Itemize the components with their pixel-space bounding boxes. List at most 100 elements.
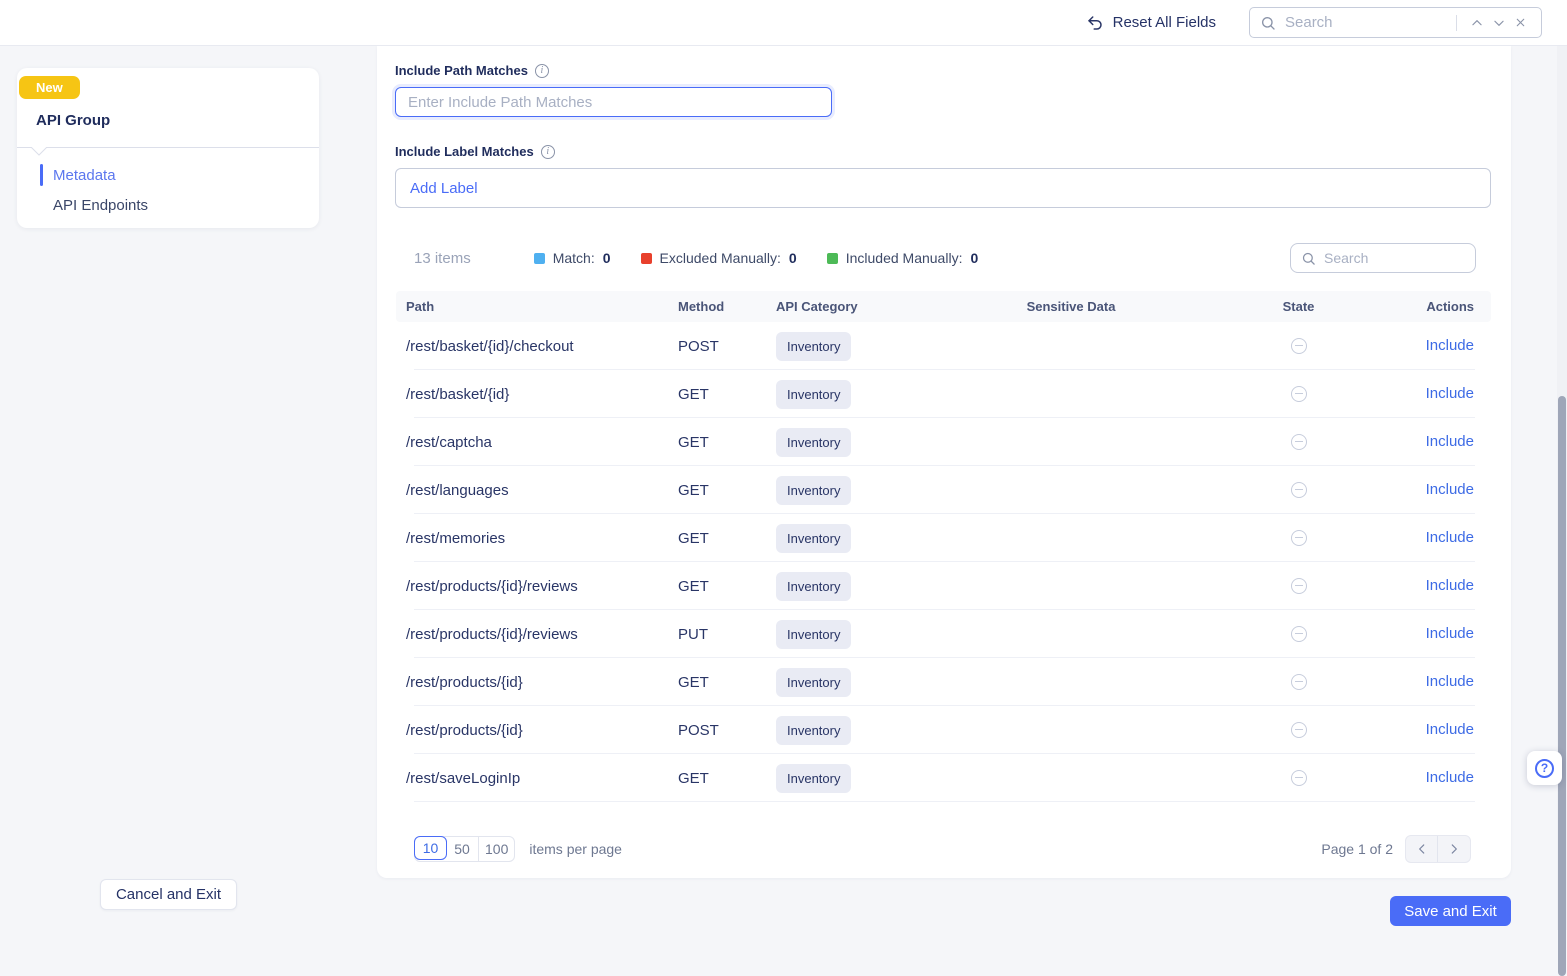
minus-circle-icon	[1291, 722, 1307, 738]
legend-color-swatch	[827, 253, 838, 264]
category-badge: Inventory	[776, 716, 851, 745]
help-button[interactable]: ?	[1527, 751, 1562, 785]
path-cell: /rest/products/{id}	[396, 722, 668, 739]
legend: Match:0Excluded Manually:0Included Manua…	[534, 250, 979, 266]
category-badge: Inventory	[776, 380, 851, 409]
state-cell	[1241, 433, 1356, 451]
table-footer: 1050100 items per page Page 1 of 2	[395, 835, 1491, 863]
chevron-right-icon	[1447, 842, 1461, 856]
column-header: Sensitive Data	[901, 299, 1241, 314]
reset-all-fields-button[interactable]: Reset All Fields	[1086, 14, 1216, 32]
path-cell: /rest/products/{id}/reviews	[396, 626, 668, 643]
path-cell: /rest/basket/{id}/checkout	[396, 338, 668, 355]
method-cell: GET	[668, 434, 766, 451]
minus-circle-icon	[1291, 530, 1307, 546]
next-page-button[interactable]	[1438, 836, 1470, 862]
actions-cell: Include	[1356, 481, 1491, 499]
search-icon	[1301, 251, 1316, 266]
api-category-cell: Inventory	[766, 764, 901, 793]
legend-label: Excluded Manually:	[660, 250, 781, 266]
table-row: /rest/memories GET Inventory Include	[396, 514, 1491, 562]
include-link[interactable]: Include	[1426, 577, 1474, 594]
previous-page-button[interactable]	[1406, 836, 1438, 862]
minus-circle-icon	[1291, 578, 1307, 594]
actions-cell: Include	[1356, 385, 1491, 403]
field-label-text: Include Path Matches	[395, 63, 528, 78]
chevron-down-icon	[1492, 16, 1506, 30]
sidebar-nav: Metadata API Endpoints	[17, 148, 319, 220]
api-category-cell: Inventory	[766, 476, 901, 505]
legend-count: 0	[970, 250, 978, 266]
table-row: /rest/basket/{id} GET Inventory Include	[396, 370, 1491, 418]
divider-notch-icon	[31, 147, 47, 156]
state-cell	[1241, 481, 1356, 499]
page-size-option-100[interactable]: 100	[479, 837, 514, 861]
global-search-input[interactable]	[1285, 14, 1447, 31]
sidebar-item-metadata[interactable]: Metadata	[17, 160, 319, 190]
minus-circle-icon	[1291, 338, 1307, 354]
sidebar-title: API Group	[36, 112, 319, 129]
state-cell	[1241, 769, 1356, 787]
add-label-text: Add Label	[410, 180, 478, 197]
include-link[interactable]: Include	[1426, 529, 1474, 546]
category-badge: Inventory	[776, 668, 851, 697]
actions-cell: Include	[1356, 625, 1491, 643]
include-link[interactable]: Include	[1426, 337, 1474, 354]
sidebar-item-api-endpoints[interactable]: API Endpoints	[17, 190, 319, 220]
chevron-left-icon	[1415, 842, 1429, 856]
scrollbar-track[interactable]	[1557, 46, 1567, 930]
include-link[interactable]: Include	[1426, 433, 1474, 450]
path-cell: /rest/saveLoginIp	[396, 770, 668, 787]
table-search-box[interactable]	[1290, 243, 1476, 273]
method-cell: GET	[668, 674, 766, 691]
search-close-button[interactable]	[1510, 14, 1531, 31]
category-badge: Inventory	[776, 572, 851, 601]
minus-circle-icon	[1291, 434, 1307, 450]
cancel-and-exit-button[interactable]: Cancel and Exit	[100, 879, 237, 910]
legend-item: Included Manually:0	[827, 250, 979, 266]
minus-circle-icon	[1291, 626, 1307, 642]
chevron-up-icon	[1470, 16, 1484, 30]
table-row: /rest/basket/{id}/checkout POST Inventor…	[396, 322, 1491, 370]
include-path-matches-input[interactable]	[395, 87, 832, 117]
category-badge: Inventory	[776, 764, 851, 793]
table-row: /rest/products/{id} POST Inventory Inclu…	[396, 706, 1491, 754]
legend-count: 0	[789, 250, 797, 266]
category-badge: Inventory	[776, 620, 851, 649]
sidebar-item-label: Metadata	[53, 167, 116, 184]
items-count: 13 items	[414, 250, 471, 267]
table-row: /rest/products/{id}/reviews GET Inventor…	[396, 562, 1491, 610]
page-size-option-10[interactable]: 10	[414, 836, 447, 860]
api-category-cell: Inventory	[766, 668, 901, 697]
legend-item: Excluded Manually: 0	[641, 250, 797, 266]
endpoints-table: PathMethodAPI CategorySensitive DataStat…	[396, 291, 1491, 802]
sidebar-item-label: API Endpoints	[53, 197, 148, 214]
legend-label: Match:	[553, 250, 595, 266]
state-cell	[1241, 625, 1356, 643]
search-prev-button[interactable]	[1466, 14, 1488, 32]
include-link[interactable]: Include	[1426, 625, 1474, 642]
include-link[interactable]: Include	[1426, 721, 1474, 738]
search-next-button[interactable]	[1488, 14, 1510, 32]
add-label-button[interactable]: Add Label	[395, 168, 1491, 208]
path-cell: /rest/languages	[396, 482, 668, 499]
include-link[interactable]: Include	[1426, 673, 1474, 690]
path-cell: /rest/memories	[396, 530, 668, 547]
topbar: Reset All Fields	[0, 0, 1567, 46]
include-link[interactable]: Include	[1426, 769, 1474, 786]
actions-cell: Include	[1356, 721, 1491, 739]
state-cell	[1241, 385, 1356, 403]
page-size-option-50[interactable]: 50	[446, 837, 479, 861]
table-row: /rest/products/{id} GET Inventory Includ…	[396, 658, 1491, 706]
table-search-input[interactable]	[1324, 250, 1465, 266]
include-link[interactable]: Include	[1426, 385, 1474, 402]
search-divider	[1456, 15, 1457, 31]
method-cell: GET	[668, 578, 766, 595]
field-label-text: Include Label Matches	[395, 144, 534, 159]
save-and-exit-button[interactable]: Save and Exit	[1390, 896, 1511, 926]
include-link[interactable]: Include	[1426, 481, 1474, 498]
scrollbar-thumb[interactable]	[1558, 396, 1566, 976]
minus-circle-icon	[1291, 770, 1307, 786]
path-cell: /rest/captcha	[396, 434, 668, 451]
global-search-box[interactable]	[1249, 7, 1542, 38]
